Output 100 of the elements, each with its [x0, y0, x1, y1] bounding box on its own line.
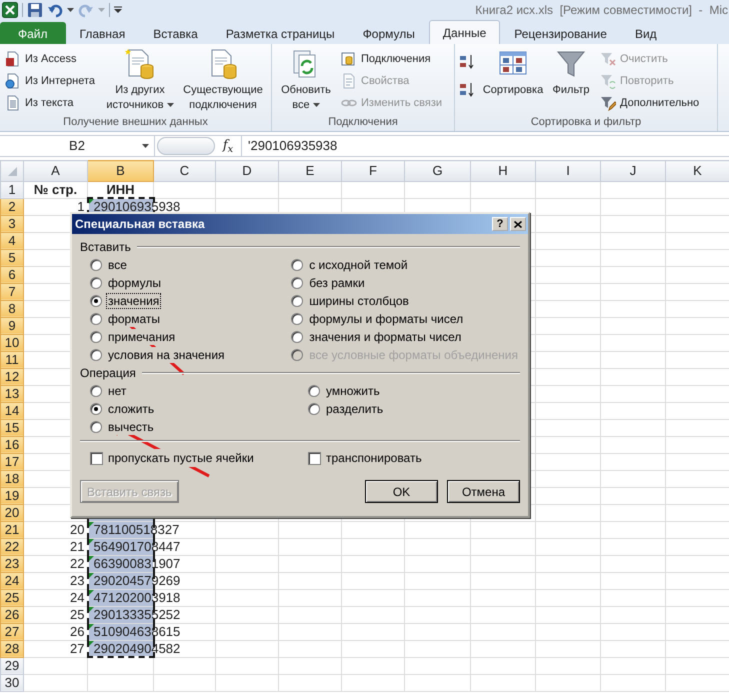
radio-button[interactable] — [291, 331, 304, 343]
save-icon[interactable] — [27, 2, 43, 18]
row-header[interactable]: 18 — [0, 470, 24, 487]
row-header[interactable]: 26 — [0, 606, 24, 623]
column-header[interactable]: I — [536, 160, 600, 181]
radio-button[interactable] — [90, 277, 102, 289]
column-header[interactable]: G — [404, 160, 470, 181]
ribbon-button[interactable]: Из текста — [2, 92, 98, 114]
undo-icon[interactable] — [47, 2, 63, 18]
option-label[interactable]: условия на значения — [106, 347, 227, 363]
caret-icon[interactable] — [142, 144, 149, 148]
ribbon-button[interactable]: Существующие подключения — [182, 48, 264, 113]
option-label[interactable]: без рамки — [307, 275, 367, 291]
column-header[interactable]: F — [342, 160, 404, 181]
row-header[interactable]: 30 — [0, 674, 24, 691]
radio-button[interactable] — [90, 349, 102, 361]
file-tab[interactable]: Файл — [0, 22, 66, 44]
row-header[interactable]: 12 — [0, 368, 24, 385]
row-header[interactable]: 14 — [0, 402, 24, 419]
column-header[interactable]: B — [88, 160, 154, 181]
row-header[interactable]: 20 — [0, 504, 24, 521]
row-header[interactable]: 13 — [0, 385, 24, 402]
column-header[interactable]: E — [278, 160, 342, 181]
checkbox[interactable] — [90, 452, 103, 464]
radio-button[interactable] — [90, 259, 102, 271]
ribbon-button[interactable]: Обновить все — [278, 48, 334, 113]
ribbon-tab[interactable]: Вид — [620, 22, 671, 44]
row-header[interactable]: 23 — [0, 555, 24, 572]
name-box[interactable]: B2 — [0, 136, 155, 156]
radio-button[interactable] — [291, 313, 304, 325]
ribbon-button[interactable]: Сортировка — [481, 48, 545, 98]
option-label[interactable]: ширины столбцов — [307, 293, 411, 309]
sort-ascending-icon[interactable] — [459, 54, 475, 70]
ribbon-tab[interactable]: Данные — [428, 20, 500, 44]
option-label[interactable]: значения — [106, 293, 162, 309]
column-header[interactable]: K — [666, 160, 729, 181]
dialog-button[interactable]: OK — [365, 480, 438, 503]
ribbon-button[interactable]: Дополнительно — [597, 92, 702, 114]
checkbox[interactable] — [308, 452, 321, 464]
radio-button[interactable] — [90, 385, 102, 397]
row-header[interactable]: 19 — [0, 487, 24, 504]
sort-descending-icon[interactable] — [459, 82, 475, 98]
radio-button[interactable] — [90, 421, 102, 433]
help-button[interactable]: ? — [492, 217, 508, 231]
option-label[interactable]: примечания — [106, 329, 178, 345]
row-header[interactable]: 4 — [0, 232, 24, 249]
row-header[interactable]: 24 — [0, 572, 24, 589]
row-header[interactable]: 17 — [0, 453, 24, 470]
option-label[interactable]: формулы и форматы чисел — [307, 311, 466, 327]
row-header[interactable]: 3 — [0, 215, 24, 232]
column-header[interactable]: H — [470, 160, 536, 181]
ribbon-tab[interactable]: Рецензирование — [500, 22, 621, 44]
column-header[interactable]: A — [24, 160, 88, 181]
ribbon-button[interactable]: Фильтр — [549, 48, 593, 98]
row-header[interactable]: 10 — [0, 334, 24, 351]
row-header[interactable]: 5 — [0, 249, 24, 266]
row-header[interactable]: 21 — [0, 521, 24, 538]
ribbon-button[interactable]: Из других источников — [102, 48, 178, 113]
option-label[interactable]: с исходной темой — [307, 257, 410, 273]
radio-button[interactable] — [90, 403, 102, 415]
resize-handle[interactable] — [157, 137, 215, 155]
row-header[interactable]: 2 — [0, 198, 24, 215]
ribbon-button[interactable]: Подключения — [338, 48, 446, 70]
radio-button[interactable] — [291, 259, 304, 271]
option-label[interactable]: формулы — [106, 275, 163, 291]
row-header[interactable]: 15 — [0, 419, 24, 436]
radio-button[interactable] — [90, 313, 102, 325]
option-label[interactable]: форматы — [106, 311, 162, 327]
column-header[interactable]: J — [600, 160, 666, 181]
row-header[interactable]: 29 — [0, 657, 24, 674]
insert-function-button[interactable]: f$_{x}$ — [217, 136, 239, 156]
option-label[interactable]: значения и форматы чисел — [307, 329, 464, 345]
row-header[interactable]: 16 — [0, 436, 24, 453]
row-header[interactable]: 6 — [0, 266, 24, 283]
customize-toolbar-icon[interactable] — [114, 6, 122, 14]
radio-button[interactable] — [291, 277, 304, 289]
ribbon-tab[interactable]: Вставка — [139, 22, 212, 44]
formula-field[interactable]: '290106935938 — [241, 136, 729, 156]
close-button[interactable] — [510, 217, 526, 231]
row-header[interactable]: 22 — [0, 538, 24, 555]
column-header[interactable]: D — [216, 160, 278, 181]
row-header[interactable]: 9 — [0, 317, 24, 334]
row-header[interactable]: 27 — [0, 623, 24, 640]
error-indicator-icon[interactable] — [88, 199, 94, 204]
radio-button[interactable] — [308, 403, 320, 415]
row-header[interactable]: 11 — [0, 351, 24, 368]
row-header[interactable]: 1 — [0, 181, 24, 198]
spreadsheet-logo-icon[interactable] — [2, 2, 18, 18]
row-header[interactable]: 8 — [0, 300, 24, 317]
checkbox-label[interactable]: пропускать пустые ячейки — [108, 449, 254, 467]
column-header[interactable]: C — [154, 160, 216, 181]
radio-button[interactable] — [90, 331, 102, 343]
row-header[interactable]: 7 — [0, 283, 24, 300]
dialog-button[interactable]: Отмена — [447, 480, 520, 503]
radio-button[interactable] — [308, 385, 320, 397]
radio-button[interactable] — [90, 295, 102, 307]
ribbon-button[interactable]: Из Интернета — [2, 70, 98, 92]
ribbon-tab[interactable]: Главная — [66, 22, 140, 44]
ribbon-tab[interactable]: Разметка страницы — [212, 22, 349, 44]
ribbon-button[interactable]: Из Access — [2, 48, 98, 70]
